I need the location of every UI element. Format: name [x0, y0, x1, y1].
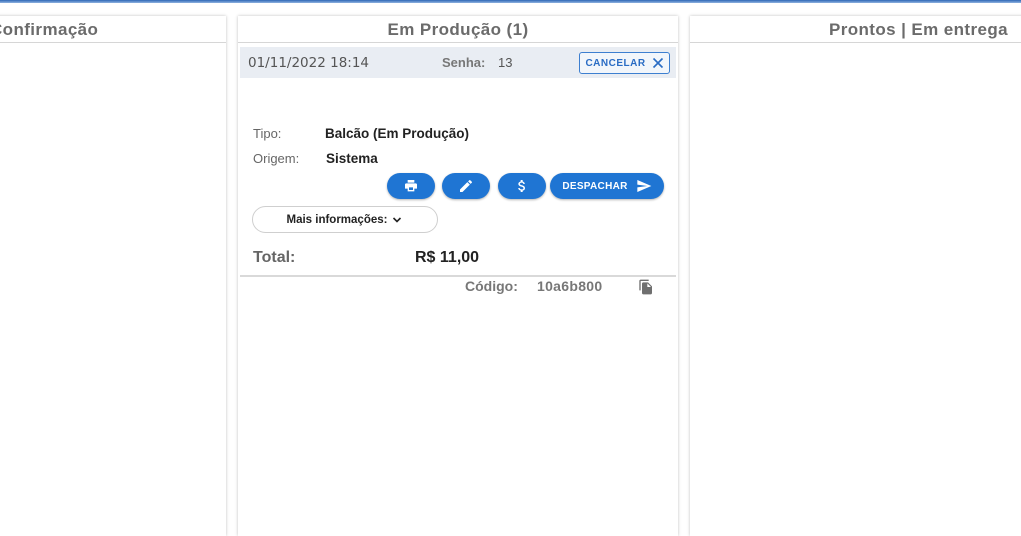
senha-value: 13 [498, 55, 513, 70]
cancel-order-button[interactable]: CANCELAR [579, 52, 670, 74]
more-info-label: Mais informações: [286, 213, 388, 226]
more-info-button[interactable]: Mais informações: [252, 206, 438, 233]
top-accent-bar [0, 0, 1021, 3]
order-card-header: 01/11/2022 18:14 Senha: 13 CANCELAR [240, 47, 676, 78]
column-prontos-title: Prontos | Em entrega [690, 16, 1021, 43]
tipo-label: Tipo: [253, 126, 282, 141]
column-em-producao: Em Produção (1) 01/11/2022 18:14 Senha: … [238, 16, 678, 536]
column-em-producao-title: Em Produção (1) [238, 16, 678, 43]
despachar-button[interactable]: DESPACHAR [550, 173, 664, 199]
dollar-icon [518, 180, 525, 192]
chevron-down-icon [393, 216, 402, 223]
close-icon [652, 57, 663, 69]
print-button[interactable] [387, 173, 435, 199]
copy-icon[interactable] [638, 279, 654, 295]
codigo-label: Código: [465, 278, 518, 294]
edit-button[interactable] [442, 173, 490, 199]
total-label: Total: [253, 249, 296, 266]
order-card[interactable]: 01/11/2022 18:14 Senha: 13 CANCELAR Tipo… [240, 47, 676, 295]
senha-label: Senha: [442, 55, 486, 70]
print-icon [405, 180, 417, 192]
origem-value: Sistema [326, 151, 378, 166]
pencil-icon [460, 179, 472, 192]
payment-button[interactable] [498, 173, 546, 199]
tipo-value: Balcão (Em Produção) [325, 126, 470, 141]
column-confirmacao: Confirmação [0, 16, 226, 536]
codigo-value: 10a6b800 [537, 278, 603, 294]
origem-label: Origem: [253, 151, 300, 166]
order-datetime: 01/11/2022 18:14 [248, 55, 370, 71]
column-prontos-em-entrega: Prontos | Em entrega [690, 16, 1021, 536]
cancel-button-label: CANCELAR [585, 57, 646, 69]
total-value: R$ 11,00 [415, 249, 480, 266]
send-icon [636, 180, 651, 192]
column-confirmacao-title: Confirmação [0, 16, 226, 43]
despachar-button-label: DESPACHAR [562, 180, 628, 192]
